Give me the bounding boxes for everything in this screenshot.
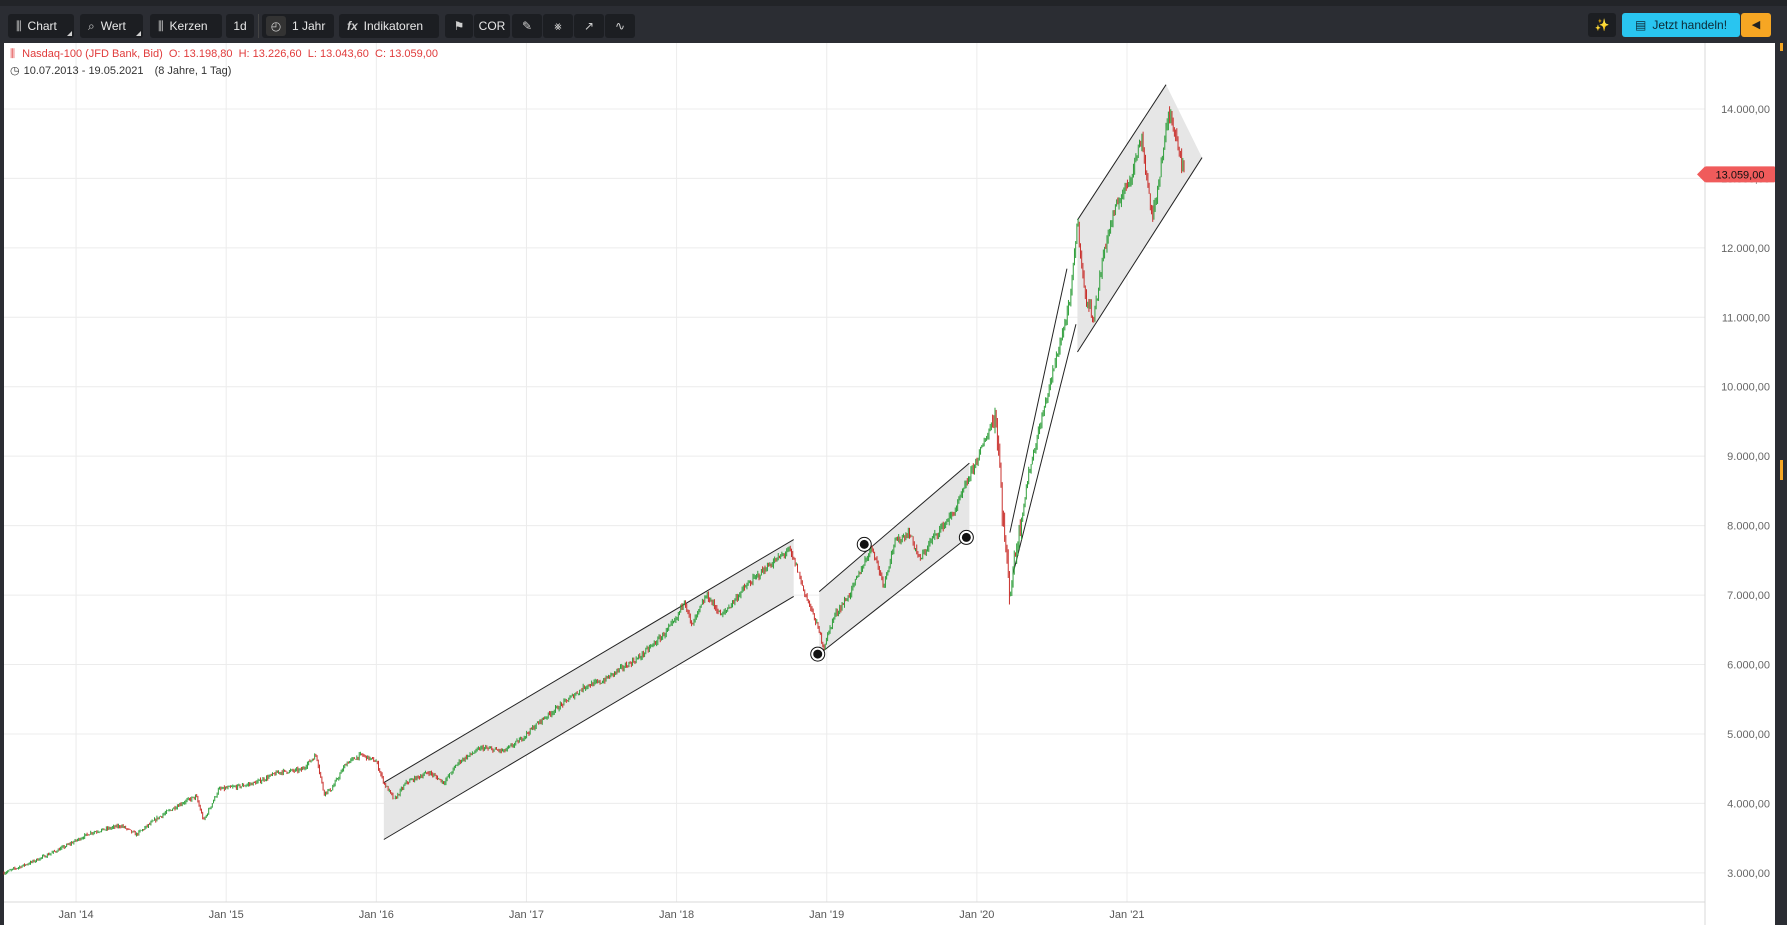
x-tick-label: Jan '17 [509, 909, 544, 921]
high-value: H: 13.226,60 [238, 48, 302, 60]
grid [4, 43, 1705, 902]
trend-line [1012, 324, 1077, 575]
channels [383, 84, 1203, 840]
x-tick-label: Jan '21 [1109, 909, 1144, 921]
y-tick-label: 7.000,00 [1727, 590, 1770, 602]
y-tick-label: 8.000,00 [1727, 521, 1770, 533]
channel-upper-line [383, 539, 794, 783]
channel-anchor-point[interactable] [811, 647, 825, 661]
y-tick-label: 5.000,00 [1727, 729, 1770, 741]
x-tick-label: Jan '20 [959, 909, 994, 921]
x-tick-label: Jan '15 [209, 909, 244, 921]
close-value: C: 13.059,00 [375, 48, 439, 60]
channel-fill [819, 463, 970, 655]
channel-fill [383, 539, 794, 840]
trend-line [1009, 268, 1068, 533]
instrument-name: Nasdaq-100 (JFD Bank, Bid) [22, 48, 163, 60]
channel-anchor-point[interactable] [959, 530, 973, 544]
price-chart[interactable]: 3.000,00 4.000,00 5.000,00 6.000,00 7.000,00… [0, 0, 1787, 925]
y-tick-label: 14.000,00 [1721, 104, 1770, 116]
candles-icon: ⫼ [10, 48, 16, 60]
channel-anchor-point[interactable] [857, 537, 871, 551]
instrument-info: ⫼ Nasdaq-100 (JFD Bank, Bid) O: 13.198,8… [10, 48, 438, 61]
y-tick-label: 10.000,00 [1721, 382, 1770, 394]
price-badge: 13.059,00 [1697, 166, 1775, 183]
price-badge-arrow [1697, 166, 1705, 183]
x-tick-label: Jan '18 [659, 909, 694, 921]
open-value: O: 13.198,80 [168, 48, 233, 60]
axes: 3.000,00 4.000,00 5.000,00 6.000,00 7.000,00… [4, 43, 1770, 925]
date-range: 10.07.2013 - 19.05.2021 [23, 64, 144, 77]
y-tick-label: 4.000,00 [1727, 798, 1770, 810]
x-tick-label: Jan '19 [809, 909, 844, 921]
x-tick-label: Jan '16 [359, 909, 394, 921]
x-tick-label: Jan '14 [58, 909, 93, 921]
duration: (8 Jahre, 1 Tag) [154, 64, 232, 77]
y-tick-label: 3.000,00 [1727, 868, 1770, 880]
y-tick-label: 9.000,00 [1727, 451, 1770, 463]
candles [3, 106, 1185, 875]
y-tick-label: 6.000,00 [1727, 660, 1770, 672]
y-tick-label: 11.000,00 [1722, 312, 1770, 324]
low-value: L: 13.043,60 [307, 48, 369, 60]
price-badge-label: 13.059,00 [1716, 169, 1765, 181]
clock-icon: ◷ [10, 65, 20, 77]
date-range-info: ◷ 10.07.2013 - 19.05.2021 (8 Jahre, 1 Ta… [10, 64, 232, 78]
y-tick-label: 12.000,00 [1721, 243, 1770, 255]
